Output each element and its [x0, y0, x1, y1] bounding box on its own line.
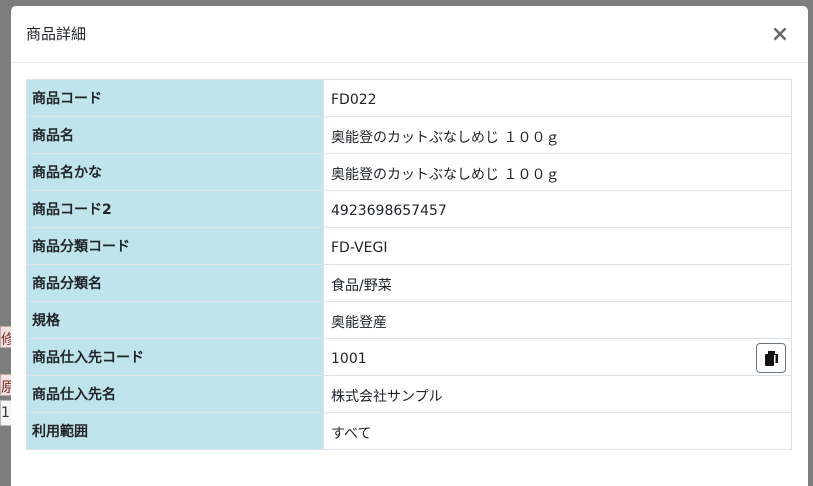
table-row: 商品名かな 奥能登のカットぶなしめじ １００ｇ	[26, 153, 792, 191]
table-row: 商品仕入先名 株式会社サンプル	[26, 375, 792, 413]
row-label-product-name: 商品名	[26, 116, 324, 154]
row-label-specification: 規格	[26, 301, 324, 339]
row-value-category-name: 食品/野菜	[323, 264, 792, 302]
row-value-supplier-name: 株式会社サンプル	[323, 375, 792, 413]
table-row: 商品分類コード FD-VEGI	[26, 227, 792, 265]
close-icon[interactable]: ×	[770, 24, 790, 46]
row-value-product-code-2: 4923698657457	[323, 190, 792, 228]
row-label-supplier-code: 商品仕入先コード	[26, 338, 324, 376]
row-value-category-code: FD-VEGI	[323, 227, 792, 265]
row-value-specification: 奥能登産	[323, 301, 792, 339]
modal-backdrop[interactable]: 修 原 1 商品詳細 × 商品コード FD022 商品名 奥能登のカットぶなしめ…	[0, 0, 813, 486]
row-label-usage-scope: 利用範囲	[26, 412, 324, 450]
row-value-supplier-code: 1001	[331, 350, 367, 367]
modal-title: 商品詳細	[26, 25, 87, 43]
table-row: 利用範囲 すべて	[26, 412, 792, 450]
row-label-product-code-2: 商品コード2	[26, 190, 324, 228]
table-row: 商品コード2 4923698657457	[26, 190, 792, 228]
row-label-supplier-name: 商品仕入先名	[26, 375, 324, 413]
table-row: 商品仕入先コード 1001	[26, 338, 792, 376]
row-value-product-code: FD022	[323, 79, 792, 117]
row-label-product-name-kana: 商品名かな	[26, 153, 324, 191]
row-value-product-name: 奥能登のカットぶなしめじ １００ｇ	[323, 116, 792, 154]
copy-icon	[765, 351, 778, 366]
row-label-product-code: 商品コード	[26, 79, 324, 117]
table-row: 商品コード FD022	[26, 79, 792, 117]
table-row: 商品名 奥能登のカットぶなしめじ １００ｇ	[26, 116, 792, 154]
row-value-supplier-code-cell: 1001	[323, 338, 792, 376]
row-label-category-name: 商品分類名	[26, 264, 324, 302]
product-detail-table: 商品コード FD022 商品名 奥能登のカットぶなしめじ １００ｇ 商品名かな …	[26, 79, 792, 450]
table-row: 規格 奥能登産	[26, 301, 792, 339]
table-row: 商品分類名 食品/野菜	[26, 264, 792, 302]
row-value-product-name-kana: 奥能登のカットぶなしめじ １００ｇ	[323, 153, 792, 191]
row-value-usage-scope: すべて	[323, 412, 792, 450]
modal-header: 商品詳細 ×	[11, 6, 808, 63]
copy-button[interactable]	[756, 343, 786, 373]
product-detail-modal: 商品詳細 × 商品コード FD022 商品名 奥能登のカットぶなしめじ １００ｇ…	[11, 6, 808, 486]
row-label-category-code: 商品分類コード	[26, 227, 324, 265]
